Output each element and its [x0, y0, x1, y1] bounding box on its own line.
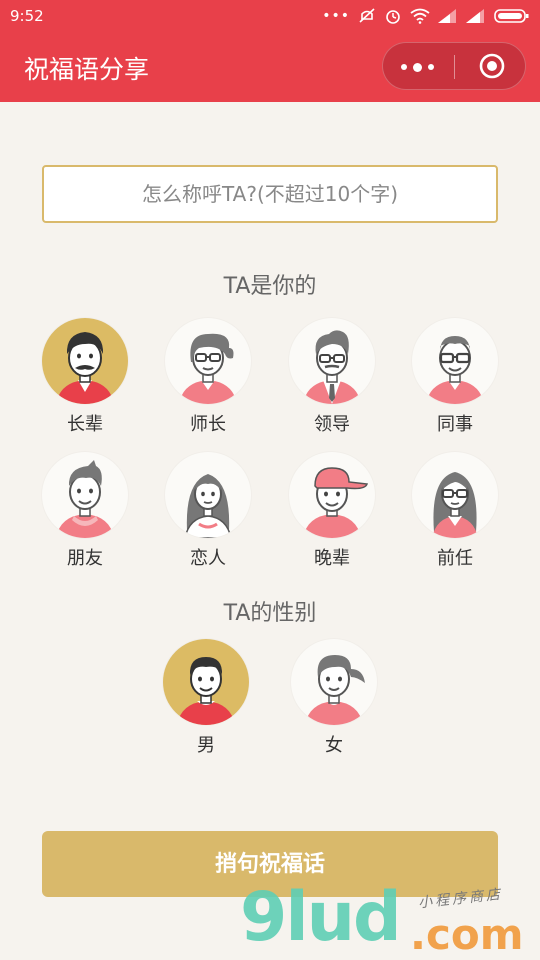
gender-section-title: TA的性别 [223, 601, 317, 626]
watermark-main-text: 9lud [240, 878, 402, 957]
relation-option-junior[interactable]: 晚辈 [282, 452, 382, 570]
gender-option-female[interactable]: 女 [284, 639, 384, 757]
relation-option-elder[interactable]: 长辈 [35, 318, 135, 436]
lover-avatar-icon [165, 452, 251, 538]
nav-bar: 祝福语分享 [0, 32, 540, 102]
ex-avatar-icon [412, 452, 498, 538]
watermark-sub-text: 小程序商店 [417, 886, 504, 912]
mute-icon [359, 8, 375, 23]
relation-section-title: TA是你的 [223, 274, 317, 299]
relation-option-lover[interactable]: 恋人 [158, 452, 258, 570]
leader-avatar-icon [289, 318, 375, 404]
signal-icon [438, 9, 456, 23]
junior-avatar-icon [289, 452, 375, 538]
relation-label: 师长 [190, 414, 226, 435]
status-time: 9:52 [10, 7, 44, 25]
alarm-icon [386, 10, 400, 24]
relation-label: 朋友 [67, 548, 103, 569]
female-avatar-icon [291, 639, 377, 725]
battery-icon [494, 9, 529, 23]
relation-option-teacher[interactable]: 师长 [158, 318, 258, 436]
gender-label: 女 [325, 735, 343, 756]
close-target-icon[interactable] [479, 53, 505, 79]
wifi-icon [410, 8, 430, 24]
signal-icon-2 [466, 9, 484, 23]
relation-label: 晚辈 [314, 548, 350, 569]
relation-label: 长辈 [67, 414, 103, 435]
relation-option-friend[interactable]: 朋友 [35, 452, 135, 570]
relation-label: 前任 [437, 548, 473, 569]
gender-label: 男 [197, 735, 215, 756]
watermark-domain-text: .com [410, 910, 524, 959]
teacher-avatar-icon [165, 318, 251, 404]
capsule-divider [454, 55, 455, 79]
relation-option-ex[interactable]: 前任 [405, 452, 505, 570]
status-icons: ••• [322, 7, 530, 25]
page-title: 祝福语分享 [24, 55, 150, 84]
elder-avatar-icon [42, 318, 128, 404]
more-menu-icon[interactable] [401, 60, 437, 74]
name-input[interactable] [42, 165, 498, 223]
gender-option-male[interactable]: 男 [156, 639, 256, 757]
more-dots-icon: ••• [322, 8, 350, 24]
status-bar: 9:52 ••• [0, 0, 540, 32]
relation-label: 恋人 [190, 548, 226, 569]
relation-option-leader[interactable]: 领导 [282, 318, 382, 436]
friend-avatar-icon [42, 452, 128, 538]
mini-program-capsule [382, 42, 526, 90]
male-avatar-icon [163, 639, 249, 725]
relation-label: 领导 [314, 414, 350, 435]
relation-label: 同事 [437, 414, 473, 435]
colleague-avatar-icon [412, 318, 498, 404]
watermark-logo: 9lud .com 小程序商店 [240, 880, 540, 960]
relation-option-colleague[interactable]: 同事 [405, 318, 505, 436]
